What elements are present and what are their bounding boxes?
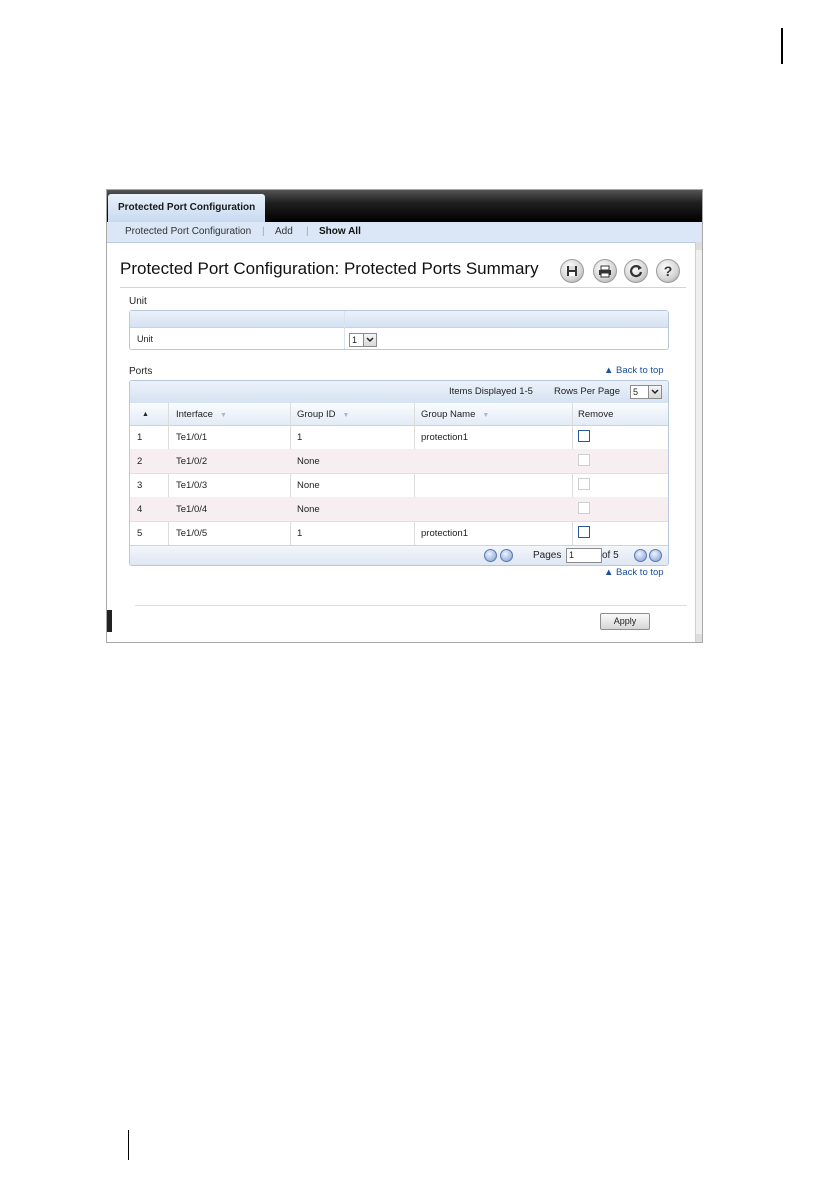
remove-checkbox-disabled: [578, 478, 590, 490]
tab-bar: Protected Port Configuration: [107, 190, 702, 222]
rows-per-page-value: 5: [633, 387, 639, 397]
column-label: Group Name: [421, 409, 476, 420]
remove-checkbox-disabled: [578, 502, 590, 514]
group-id-cell: 1: [297, 528, 303, 539]
scroll-up-arrow[interactable]: [696, 242, 702, 250]
interface-cell: Te1/0/5: [176, 528, 208, 539]
interface-cell: Te1/0/2: [176, 456, 208, 467]
side-grip-handle[interactable]: [107, 610, 112, 632]
row-index: 2: [137, 456, 143, 467]
column-header-group-name[interactable]: Group Name ▼: [421, 409, 489, 420]
first-page-icon[interactable]: [484, 549, 497, 562]
sort-arrow-icon: ▼: [219, 412, 227, 419]
items-displayed: Items Displayed 1-5: [449, 386, 533, 397]
group-id-cell: None: [297, 504, 320, 515]
pages-label: Pages: [533, 550, 562, 561]
apply-button[interactable]: Apply: [600, 613, 650, 630]
row-index: 3: [137, 480, 143, 491]
refresh-icon[interactable]: [624, 259, 648, 283]
previous-page-icon[interactable]: [500, 549, 513, 562]
column-label: Group ID: [297, 409, 336, 420]
sort-arrow-icon: ▼: [342, 412, 350, 419]
subnav-add[interactable]: Add: [275, 226, 293, 237]
print-icon[interactable]: [593, 259, 617, 283]
help-icon[interactable]: ?: [656, 259, 680, 283]
table-row[interactable]: 1 Te1/0/1 1 protection1: [130, 425, 668, 450]
unit-select[interactable]: 1: [349, 333, 377, 347]
interface-cell: Te1/0/1: [176, 432, 208, 443]
page-count: of 5: [602, 550, 619, 561]
last-page-icon[interactable]: [649, 549, 662, 562]
page-title: Protected Port Configuration: Protected …: [120, 259, 539, 278]
interface-cell: Te1/0/3: [176, 480, 208, 491]
remove-checkbox-disabled: [578, 454, 590, 466]
ports-table-toolbar: Items Displayed 1-5 Rows Per Page 5: [130, 381, 668, 404]
unit-panel: Unit 1: [129, 310, 669, 350]
rows-per-page-label: Rows Per Page: [554, 386, 621, 397]
pagination-bar: Pages 1 of 5: [130, 545, 668, 565]
scroll-down-arrow[interactable]: [696, 634, 702, 642]
rows-per-page-select[interactable]: 5: [630, 385, 662, 399]
application-window: Protected Port Configuration Protected P…: [106, 189, 703, 643]
interface-cell: Te1/0/4: [176, 504, 208, 515]
row-index: 5: [137, 528, 143, 539]
subnav-separator: |: [262, 226, 265, 237]
tab-protected-port-configuration[interactable]: Protected Port Configuration: [108, 194, 266, 222]
page-vertical-rule-bottom: [128, 1130, 129, 1160]
unit-row-label: Unit: [137, 334, 154, 344]
subnav-separator: |: [306, 226, 309, 237]
footer-divider: [135, 605, 687, 606]
back-to-top-link[interactable]: ▲ Back to top: [604, 365, 664, 376]
column-header-group-id[interactable]: Group ID ▼: [297, 409, 349, 420]
vertical-scrollbar[interactable]: [695, 242, 702, 642]
table-row[interactable]: 2 Te1/0/2 None: [130, 449, 668, 474]
unit-select-value: 1: [352, 335, 358, 345]
page-number-input[interactable]: 1: [566, 548, 602, 563]
next-page-icon[interactable]: [634, 549, 647, 562]
group-id-cell: None: [297, 456, 320, 467]
remove-checkbox[interactable]: [578, 430, 590, 442]
unit-section-label: Unit: [129, 296, 147, 307]
column-header-interface[interactable]: Interface ▼: [176, 409, 227, 420]
remove-checkbox[interactable]: [578, 526, 590, 538]
row-index: 1: [137, 432, 143, 443]
table-row[interactable]: 3 Te1/0/3 None: [130, 473, 668, 498]
group-name-cell: protection1: [421, 528, 469, 539]
subnav-show-all[interactable]: Show All: [319, 226, 361, 237]
table-row[interactable]: 5 Te1/0/5 1 protection1: [130, 521, 668, 546]
unit-panel-header: [130, 311, 668, 328]
save-icon[interactable]: [560, 259, 584, 283]
chevron-down-icon: [363, 334, 376, 346]
chevron-down-icon: [648, 386, 661, 398]
table-header: ▲ Interface ▼ Group ID ▼ Group Name ▼ Remov…: [130, 403, 668, 426]
subnav-protected-port-configuration[interactable]: Protected Port Configuration: [125, 226, 251, 237]
ports-table: Items Displayed 1-5 Rows Per Page 5 ▲ In…: [129, 380, 669, 566]
row-index: 4: [137, 504, 143, 515]
column-label: Interface: [176, 409, 213, 420]
back-to-top-link-bottom[interactable]: ▲ Back to top: [604, 567, 664, 578]
column-header-remove: Remove: [578, 409, 614, 420]
group-id-cell: None: [297, 480, 320, 491]
title-divider: [120, 287, 686, 288]
sort-index-header[interactable]: ▲: [142, 411, 149, 418]
sort-arrow-icon: ▼: [482, 412, 490, 419]
sub-navigation: Protected Port Configuration | Add | Sho…: [107, 222, 702, 243]
page-vertical-rule-top: [781, 28, 783, 64]
group-id-cell: 1: [297, 432, 303, 443]
group-name-cell: protection1: [421, 432, 469, 443]
ports-section-label: Ports: [129, 366, 153, 377]
unit-column-divider: [344, 311, 345, 349]
table-row[interactable]: 4 Te1/0/4 None: [130, 497, 668, 522]
